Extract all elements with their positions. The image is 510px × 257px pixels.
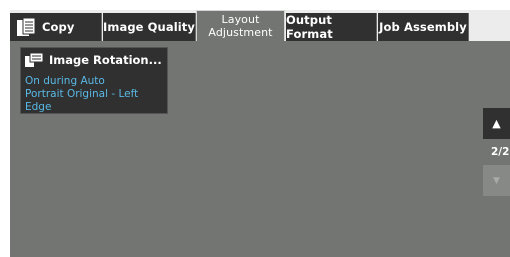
tab-job-assembly-label: Job Assembly [379, 20, 467, 34]
image-rotation-value: On during Auto Portrait Original - Left … [25, 75, 167, 114]
image-rotation-icon [25, 53, 43, 67]
scroll-up-button[interactable]: ▲ [483, 108, 510, 139]
tab-layout-adjustment[interactable]: Layout Adjustment [196, 10, 285, 41]
tab-copy[interactable]: Copy [10, 13, 102, 41]
copy-pages-icon [17, 17, 36, 36]
tab-bar: Copy Image Quality Layout Adjustment Out… [10, 10, 510, 41]
image-rotation-title-row: Image Rotation... [25, 53, 162, 67]
tab-image-quality-label: Image Quality [103, 20, 195, 34]
tab-layout-adjustment-label-line1: Layout [221, 13, 260, 26]
tab-output-format-label: Output Format [286, 13, 333, 41]
tab-layout-adjustment-label-line2: Adjustment [208, 26, 273, 39]
tab-image-quality[interactable]: Image Quality [103, 13, 196, 41]
image-rotation-value-line2: Portrait Original - Left Edge [25, 88, 139, 113]
page-indicator: 2/2 [491, 146, 510, 158]
image-rotation-button[interactable]: Image Rotation... On during Auto Portrai… [20, 47, 168, 114]
tab-job-assembly[interactable]: Job Assembly [378, 13, 469, 41]
triangle-up-icon: ▲ [492, 117, 501, 130]
copy-screen: Copy Image Quality Layout Adjustment Out… [10, 10, 510, 257]
tab-copy-label: Copy [42, 20, 75, 34]
image-rotation-title: Image Rotation... [49, 53, 162, 67]
tab-output-format[interactable]: Output Format [286, 13, 377, 41]
image-rotation-value-line1: On during Auto [25, 75, 105, 87]
scroll-down-button[interactable]: ▼ [483, 165, 510, 196]
triangle-down-icon: ▼ [493, 175, 500, 186]
